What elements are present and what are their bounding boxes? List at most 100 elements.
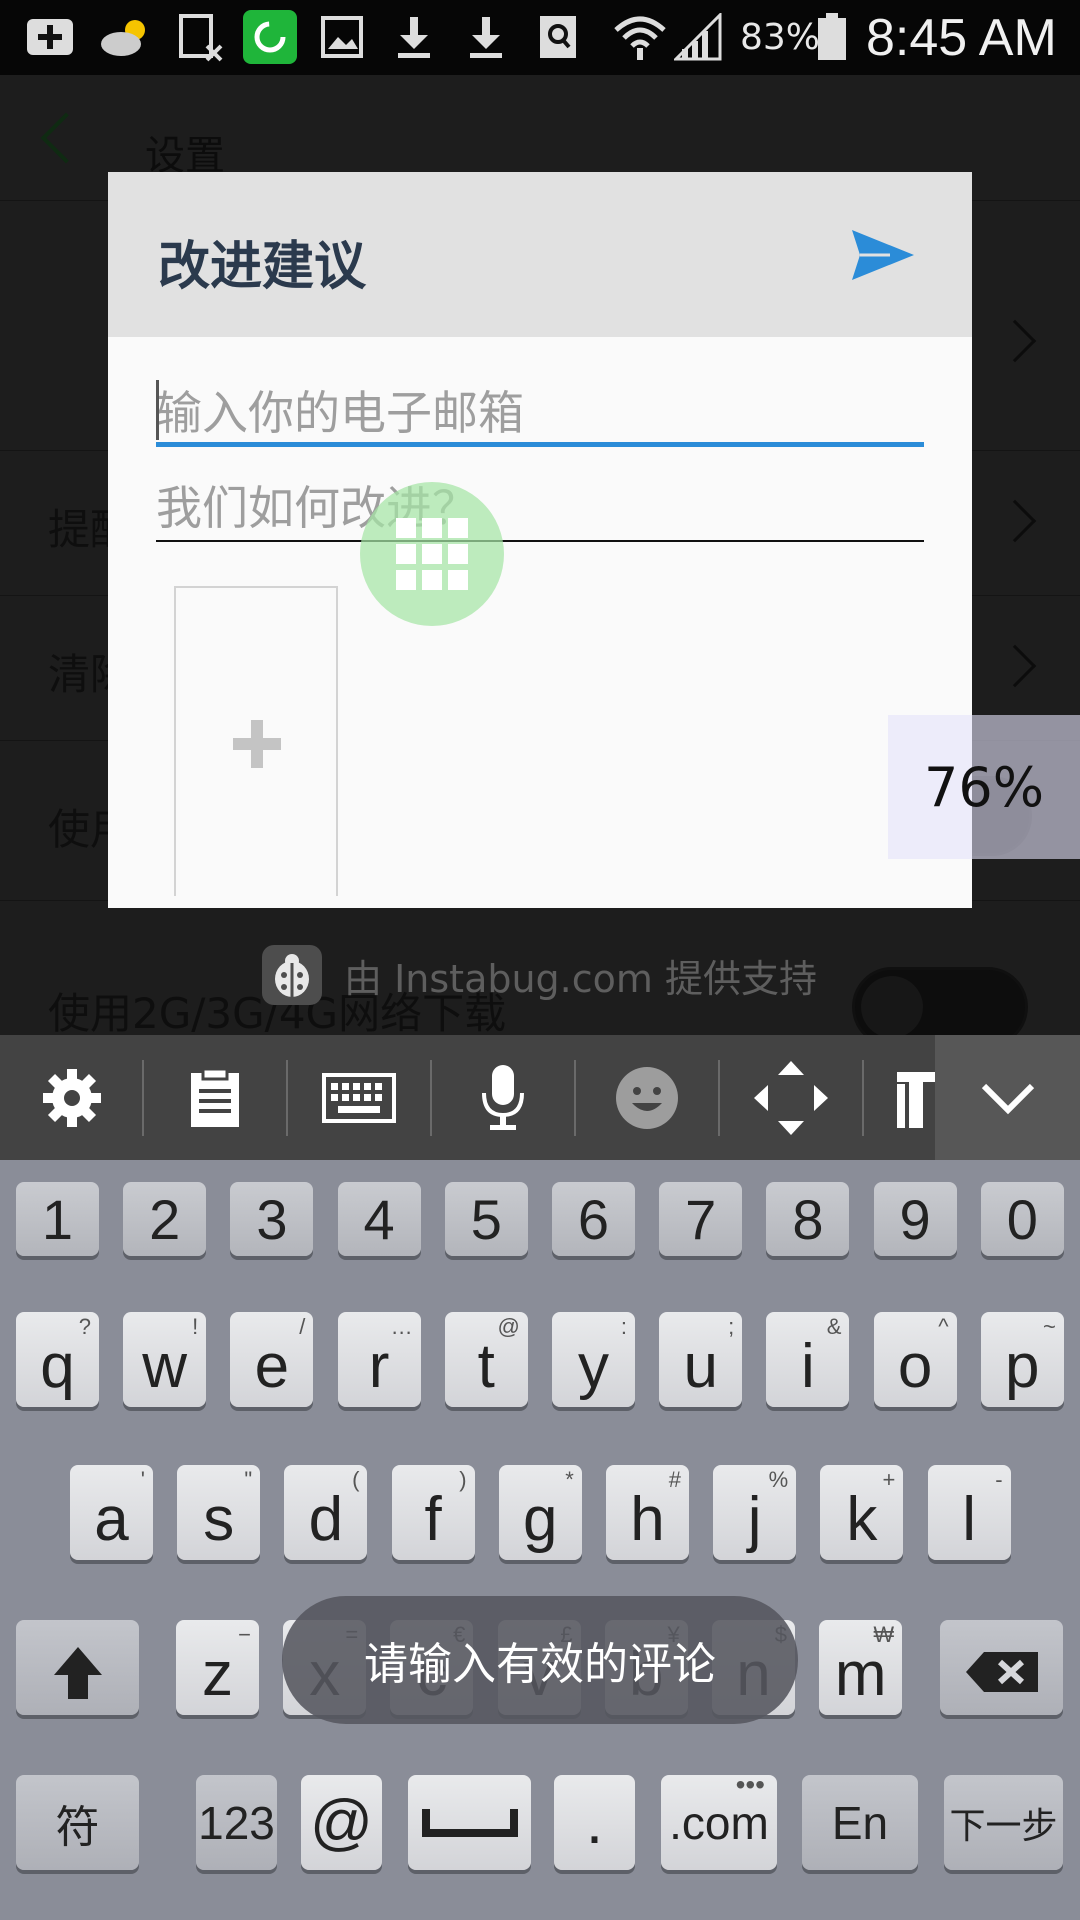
collapse-toolbar-button[interactable] [935, 1035, 1080, 1160]
key-label: i [801, 1332, 815, 1401]
at-key[interactable]: @ [301, 1775, 382, 1870]
key-secondary-label: ? [78, 1314, 91, 1339]
letter-key[interactable]: :y [552, 1312, 635, 1407]
key-secondary-label: / [299, 1314, 306, 1339]
email-placeholder: 输入你的电子邮箱 [156, 386, 524, 440]
key-label: d [308, 1485, 344, 1554]
key-secondary-label: ₩ [873, 1622, 895, 1647]
letter-key[interactable]: @ t [444, 1312, 528, 1407]
backspace-key[interactable] [940, 1620, 1063, 1715]
key-secondary-label: # [668, 1467, 681, 1492]
dialog-header: 改进建议 [108, 172, 972, 337]
voice-input-button[interactable] [431, 1035, 574, 1160]
letter-key[interactable]: / e [230, 1312, 314, 1407]
letter-key[interactable]: -l [927, 1465, 1011, 1560]
key-label: e [254, 1332, 290, 1401]
period-key[interactable]: . [554, 1775, 635, 1870]
letter-key[interactable]: (d [284, 1465, 368, 1560]
gallery-icon [318, 14, 366, 60]
text-cursor [156, 380, 159, 440]
add-attachment-button[interactable] [174, 586, 338, 896]
number-key[interactable]: 3 [230, 1182, 314, 1256]
number-key[interactable]: 2 [123, 1182, 207, 1256]
move-icon [753, 1060, 828, 1135]
letter-key[interactable]: ; u [659, 1312, 743, 1407]
powered-by: 由 Instabug.com 提供支持 [262, 945, 817, 1005]
letter-key[interactable]: − z [176, 1620, 259, 1715]
letter-key[interactable]: ' a [70, 1465, 153, 1560]
number-key[interactable]: 8 [766, 1182, 850, 1256]
email-field[interactable]: 输入你的电子邮箱 [156, 372, 924, 447]
clipboard-icon [190, 1067, 239, 1127]
letter-key[interactable]: % j [713, 1465, 797, 1560]
letter-key[interactable]: ₩ m [819, 1620, 903, 1715]
keyboard-toolbar [0, 1035, 1080, 1160]
key-label: t [477, 1332, 495, 1401]
number-key[interactable]: 5 [444, 1182, 528, 1256]
emoji-button[interactable] [575, 1035, 718, 1160]
key-label: l [962, 1485, 976, 1554]
key-secondary-label: - [995, 1467, 1003, 1492]
microphone-icon [481, 1064, 524, 1130]
key-secondary-label: ) [459, 1467, 467, 1492]
shift-key[interactable] [16, 1620, 139, 1715]
key-label: f [424, 1485, 442, 1554]
key-label: 4 [363, 1187, 395, 1251]
key-label: 1 [41, 1187, 74, 1251]
language-key[interactable]: En [802, 1775, 918, 1870]
number-key[interactable]: 7 [659, 1182, 743, 1256]
key-secondary-label: : [620, 1314, 627, 1339]
collapse-icon [981, 1083, 1034, 1114]
battery-icon [815, 13, 849, 60]
key-secondary-label: % [768, 1467, 789, 1492]
shift-arrow-icon [53, 1646, 102, 1699]
letter-key[interactable]: " s [177, 1465, 261, 1560]
numbers-key[interactable]: 123 [196, 1775, 277, 1870]
symbols-key[interactable]: 符 [16, 1775, 139, 1870]
number-key[interactable]: 1 [16, 1182, 99, 1256]
keyboard-mode-button[interactable] [287, 1035, 430, 1160]
key-label: a [94, 1485, 129, 1554]
cursor-move-button[interactable] [719, 1035, 862, 1160]
number-key[interactable]: 4 [337, 1182, 421, 1256]
letter-key[interactable]: * g [498, 1465, 582, 1560]
key-label: y [578, 1332, 609, 1401]
letter-key[interactable]: ? q [16, 1312, 99, 1407]
letter-key[interactable]: & i [766, 1312, 850, 1407]
number-key[interactable]: 0 [980, 1182, 1064, 1256]
dotcom-key[interactable]: ••• .com [661, 1769, 777, 1870]
key-label: r [368, 1332, 390, 1401]
clipboard-button[interactable] [143, 1035, 286, 1160]
key-label: u [683, 1332, 718, 1401]
letter-key[interactable]: ^ o [873, 1312, 957, 1407]
back-icon[interactable] [40, 112, 92, 164]
key-label: s [203, 1485, 235, 1554]
status-bar: 83% 8:45 AM [0, 0, 1080, 75]
letter-key[interactable]: ) f [391, 1465, 475, 1560]
number-key[interactable]: 9 [873, 1182, 957, 1256]
keyboard: 符 123 @ . ••• .com En 下一步 1 2 3 4 5 6 7 8 9 0? q! w /… [0, 1160, 1080, 1920]
key-secondary-label: & [826, 1314, 842, 1339]
battery-percent: 83% [740, 17, 821, 58]
comment-field[interactable]: 我们如何改进？ [156, 467, 924, 542]
settings-icon [42, 1068, 101, 1127]
letter-key[interactable]: … r [337, 1312, 421, 1407]
key-secondary-label: ! [192, 1314, 199, 1339]
letter-key[interactable]: + k [820, 1465, 904, 1560]
keyboard-settings-button[interactable] [0, 1035, 143, 1160]
letter-key[interactable]: ! w [123, 1312, 207, 1407]
floating-menu-button[interactable] [360, 482, 504, 626]
send-button[interactable] [850, 222, 916, 288]
toast-message: 请输入有效的评论 [282, 1596, 798, 1724]
space-key[interactable] [408, 1775, 531, 1870]
letter-key[interactable]: ~ p [980, 1312, 1064, 1407]
letter-key[interactable]: # h [606, 1465, 689, 1560]
powered-by-text: 由 Instabug.com 提供支持 [344, 956, 817, 1001]
key-secondary-label: ; [728, 1314, 735, 1339]
key-label: 6 [577, 1187, 610, 1251]
key-secondary-label: ^ [938, 1314, 949, 1339]
key-label: o [897, 1332, 933, 1401]
number-key[interactable]: 6 [552, 1182, 635, 1256]
next-key[interactable]: 下一步 [944, 1775, 1063, 1870]
text-format-button[interactable] [895, 1070, 935, 1130]
